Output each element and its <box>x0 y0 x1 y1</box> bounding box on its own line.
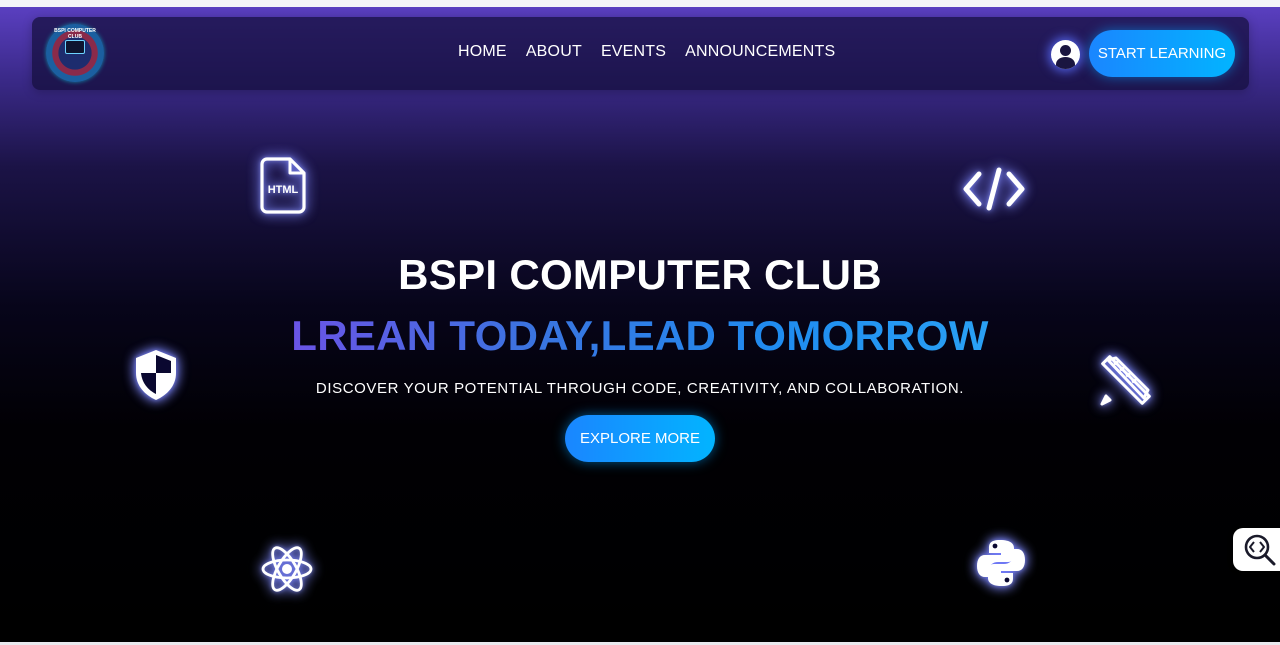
nav-link-about[interactable]: ABOUT <box>526 43 582 61</box>
code-icon <box>961 166 1027 217</box>
atom-icon <box>260 542 314 601</box>
hero-tagline: LREAN TODAY,LEAD TOMORROW <box>0 312 1280 360</box>
hero-tagline-text: LREAN TODAY,LEAD TOMORROW <box>291 312 989 359</box>
python-icon <box>975 537 1027 594</box>
nav-links: HOME ABOUT EVENTS ANNOUNCEMENTS <box>458 43 835 61</box>
start-learning-button[interactable]: START LEARNING <box>1089 30 1235 77</box>
hero-title: BSPI COMPUTER CLUB <box>398 251 882 298</box>
navbar: BSPI COMPUTER CLUB HOME ABOUT EVENTS ANN… <box>32 17 1249 90</box>
nav-link-home[interactable]: HOME <box>458 43 507 61</box>
user-body-shape <box>1056 57 1075 69</box>
code-search-icon <box>1244 534 1276 566</box>
explore-more-button[interactable]: EXPLORE MORE <box>565 415 715 462</box>
monitor-icon <box>65 40 85 54</box>
user-account-icon[interactable] <box>1051 40 1080 69</box>
browser-top-strip <box>0 0 1280 7</box>
html-icon-label: HTML <box>268 184 299 196</box>
logo-text: BSPI COMPUTER CLUB <box>54 28 96 40</box>
html-file-icon: HTML <box>259 155 309 220</box>
hero-subtitle: DISCOVER YOUR POTENTIAL THROUGH CODE, CR… <box>315 380 965 397</box>
user-head-shape <box>1060 45 1071 56</box>
nav-link-events[interactable]: EVENTS <box>601 43 666 61</box>
landing-page: BSPI COMPUTER CLUB HOME ABOUT EVENTS ANN… <box>0 7 1280 642</box>
club-logo[interactable]: BSPI COMPUTER CLUB <box>46 24 104 82</box>
nav-link-announcements[interactable]: ANNOUNCEMENTS <box>685 43 835 61</box>
code-search-widget[interactable] <box>1233 528 1280 571</box>
